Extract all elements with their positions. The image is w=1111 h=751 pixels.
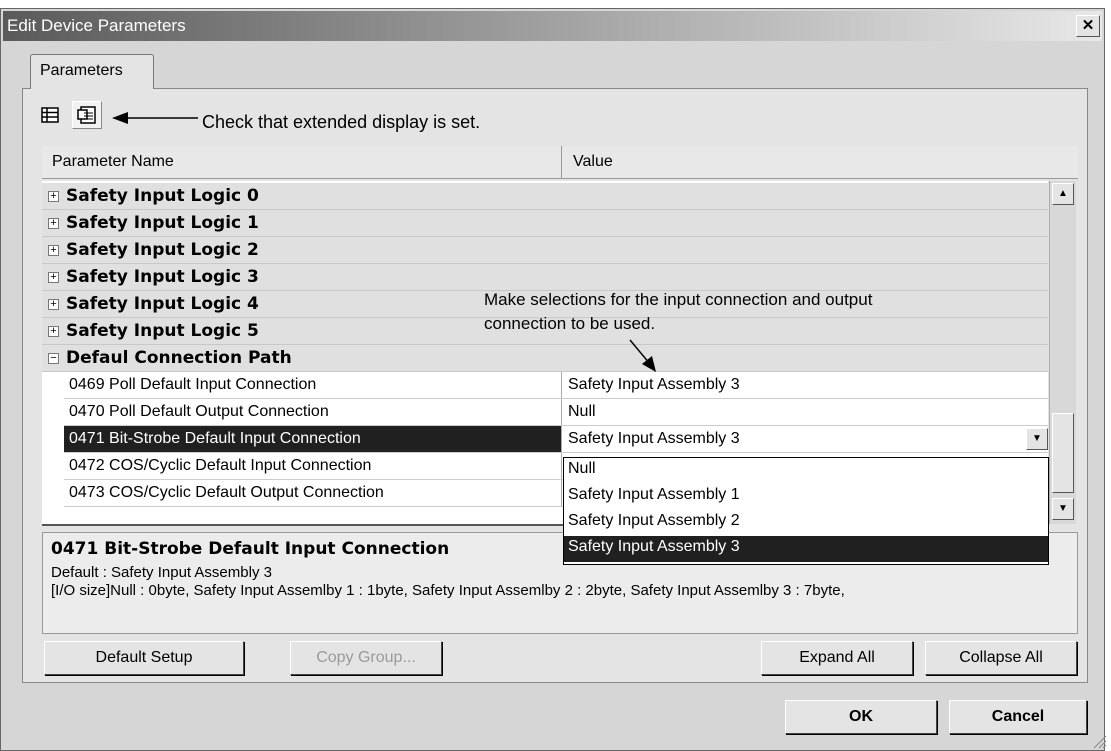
tab-parameters[interactable]: Parameters [30,54,154,89]
expand-icon[interactable]: + [48,326,59,337]
param-name: 0469 Poll Default Input Connection [69,376,317,393]
collapse-all-button[interactable]: Collapse All [925,641,1077,675]
cancel-button[interactable]: Cancel [949,700,1087,734]
param-name: 0472 COS/Cyclic Default Input Connection [69,457,372,474]
extended-view-icon[interactable] [72,101,102,129]
param-name-cell: 0471 Bit-Strobe Default Input Connection [64,426,562,452]
default-setup-button[interactable]: Default Setup [44,641,244,675]
vertical-scrollbar[interactable]: ▲ ▼ [1049,181,1076,524]
ok-button[interactable]: OK [785,700,937,734]
tab-parameters-label: Parameters [40,62,123,79]
group-row[interactable]: + Safety Input Logic 0 [42,183,1048,210]
annotation-arrow-down-icon [629,339,656,372]
dropdown-option-label: Safety Input Assembly 3 [568,538,740,555]
expand-icon[interactable]: + [48,191,59,202]
grid-header: Parameter Name Value [42,146,1078,179]
dropdown-option-label: Safety Input Assembly 2 [568,512,740,529]
dropdown-arrow-icon[interactable]: ▼ [1026,428,1048,450]
collapse-icon[interactable]: − [48,353,59,364]
expand-icon[interactable]: + [48,272,59,283]
param-name-cell: 0470 Poll Default Output Connection [64,399,562,425]
title-bar[interactable]: Edit Device Parameters ✕ [3,11,1102,41]
group-label: Defaul Connection Path [66,348,292,368]
group-label: Safety Input Logic 4 [66,294,259,314]
extended-display-note: Check that extended display is set. [202,112,481,132]
group-row[interactable]: + Safety Input Logic 1 [42,210,1048,237]
expand-all-button[interactable]: Expand All [761,641,913,675]
param-name: 0470 Poll Default Output Connection [69,403,329,420]
scroll-up-icon[interactable]: ▲ [1052,183,1074,205]
group-label: Safety Input Logic 2 [66,240,259,260]
dropdown-option[interactable]: Safety Input Assembly 1 [564,484,1048,510]
dropdown-option[interactable]: Safety Input Assembly 2 [564,510,1048,536]
selection-note: Make selections for the input connection… [484,288,872,336]
resize-grip-icon[interactable] [1091,733,1107,749]
dropdown-option[interactable]: Null [564,458,1048,484]
group-label: Safety Input Logic 0 [66,186,259,206]
close-button[interactable]: ✕ [1076,15,1100,37]
group-row-expanded[interactable]: − Defaul Connection Path [42,345,1048,372]
column-header-value-label: Value [573,153,613,170]
param-value: Safety Input Assembly 3 [568,430,740,447]
param-name-cell: 0473 COS/Cyclic Default Output Connectio… [64,480,562,506]
description-size: [I/O size]Null : 0byte, Safety Input Ass… [51,582,845,599]
column-header-name-label: Parameter Name [52,153,174,170]
selection-note-line2: connection to be used. [484,314,656,333]
table-row-selected[interactable]: 0471 Bit-Strobe Default Input Connection… [64,426,1048,453]
group-label: Safety Input Logic 1 [66,213,259,233]
group-label: Safety Input Logic 5 [66,321,259,341]
value-dropdown-list[interactable]: Null Safety Input Assembly 1 Safety Inpu… [563,457,1049,565]
param-name: 0473 COS/Cyclic Default Output Connectio… [69,484,384,501]
param-name-cell: 0469 Poll Default Input Connection [64,372,562,398]
scroll-down-icon[interactable]: ▼ [1052,498,1074,520]
group-label: Safety Input Logic 3 [66,267,259,287]
dropdown-option-label: Safety Input Assembly 1 [568,486,740,503]
param-value: Null [568,403,596,420]
param-name: 0471 Bit-Strobe Default Input Connection [69,430,361,447]
column-header-parameter-name[interactable]: Parameter Name [42,146,562,178]
dropdown-option-label: Null [568,460,596,477]
expand-icon[interactable]: + [48,299,59,310]
expand-icon[interactable]: + [48,245,59,256]
column-header-value[interactable]: Value [563,146,1078,178]
window-title: Edit Device Parameters [7,16,186,35]
param-value: Safety Input Assembly 3 [568,376,740,393]
param-name-cell: 0472 COS/Cyclic Default Input Connection [64,453,562,479]
annotation-arrow-left-icon [112,112,198,124]
table-row[interactable]: 0469 Poll Default Input Connection Safet… [64,372,1048,399]
scroll-thumb[interactable] [1052,413,1074,493]
expand-icon[interactable]: + [48,218,59,229]
table-row[interactable]: 0470 Poll Default Output Connection Null [64,399,1048,426]
group-row[interactable]: + Safety Input Logic 3 [42,264,1048,291]
dropdown-option-highlighted[interactable]: Safety Input Assembly 3 [564,536,1048,562]
list-view-icon[interactable] [38,103,62,127]
description-title: 0471 Bit-Strobe Default Input Connection [51,539,450,559]
copy-group-button[interactable]: Copy Group... [290,641,442,675]
description-default: Default : Safety Input Assembly 3 [51,564,272,581]
selection-note-line1: Make selections for the input connection… [484,290,873,309]
group-row[interactable]: + Safety Input Logic 2 [42,237,1048,264]
